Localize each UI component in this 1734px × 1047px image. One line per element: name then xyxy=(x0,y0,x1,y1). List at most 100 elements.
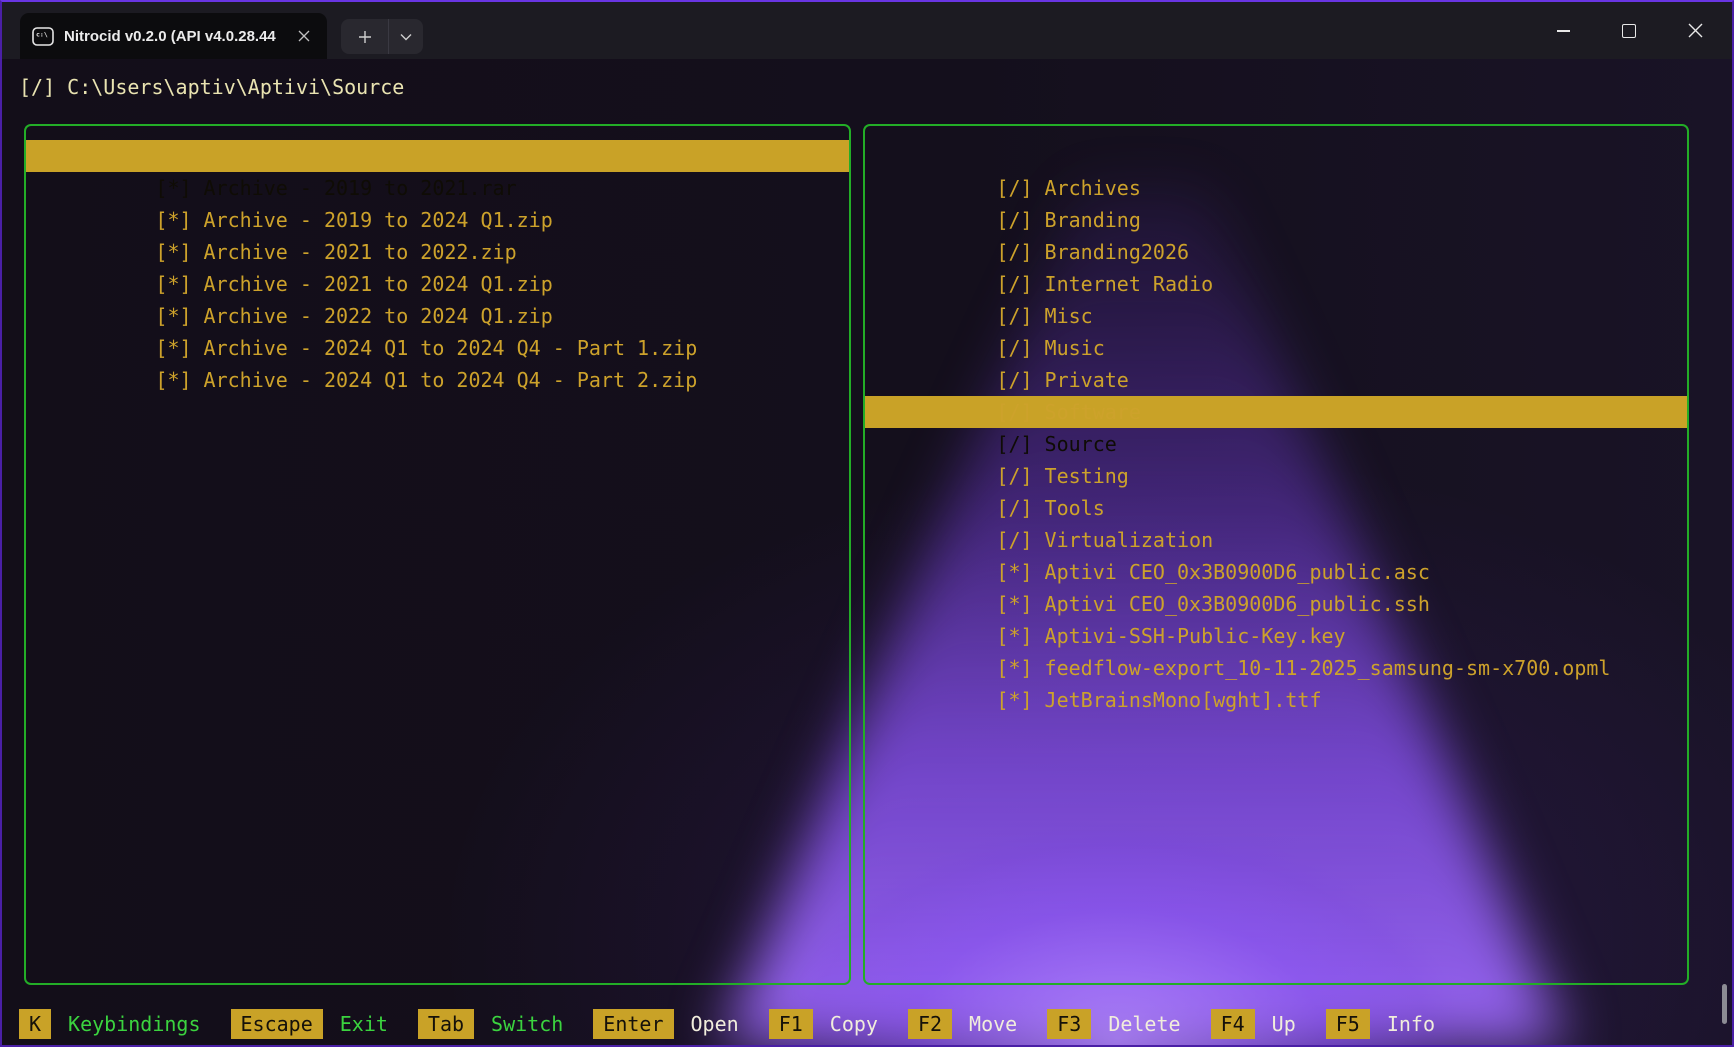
entry-type-prefix: [*] xyxy=(996,560,1032,584)
entry-name: Virtualization xyxy=(1045,528,1214,552)
terminal-tab[interactable]: c:\ Nitrocid v0.2.0 (API v4.0.28.44 xyxy=(20,13,327,59)
keybinding-action: Move xyxy=(969,1009,1017,1039)
svg-text:c:\: c:\ xyxy=(36,30,48,38)
entry-name: Branding2026 xyxy=(1045,240,1190,264)
entry-name: Aptivi CEO_0x3B0900D6_public.ssh xyxy=(1045,592,1430,616)
entry-name: JetBrainsMono[wght].ttf xyxy=(1045,688,1322,712)
keybinding-action: Up xyxy=(1272,1009,1296,1039)
titlebar: c:\ Nitrocid v0.2.0 (API v4.0.28.44 xyxy=(2,2,1732,59)
keybinding-action: Exit xyxy=(340,1009,388,1039)
new-tab-group xyxy=(341,19,423,54)
entry-name: Private xyxy=(1045,368,1129,392)
entry-name: Branding xyxy=(1045,208,1141,232)
entry-name: Archive - 2024 Q1 to 2024 Q4 - Part 2.zi… xyxy=(204,368,698,392)
entry-name: Archive - 2021 to 2022.zip xyxy=(204,240,517,264)
keybinding[interactable]: F5 Info xyxy=(1326,1009,1435,1039)
keybinding-action: Delete xyxy=(1108,1009,1180,1039)
entry-type-prefix: [*] xyxy=(155,208,191,232)
window-controls xyxy=(1530,2,1728,59)
keybinding-action: Copy xyxy=(830,1009,878,1039)
keybinding-action: Switch xyxy=(491,1009,563,1039)
keybinding[interactable]: F4 Up xyxy=(1211,1009,1296,1039)
entry-type-prefix: [/] xyxy=(996,240,1032,264)
entry-type-prefix: [/] xyxy=(996,432,1032,456)
entry-type-prefix: [*] xyxy=(155,368,191,392)
entry-name: Archives xyxy=(1045,176,1141,200)
keybinding-action: Open xyxy=(691,1009,739,1039)
keybinding-keycap: Enter xyxy=(593,1009,673,1039)
terminal-content: [/] C:\Users\aptiv\Aptivi\Source [*]Arch… xyxy=(2,59,1732,1045)
entry-name: Software xyxy=(1045,400,1141,424)
new-tab-button[interactable] xyxy=(341,19,389,54)
entry-name: Tools xyxy=(1045,496,1105,520)
entry-type-prefix: [*] xyxy=(155,240,191,264)
entry-type-prefix: [/] xyxy=(996,528,1032,552)
entry-type-prefix: [*] xyxy=(996,688,1032,712)
keybinding-keycap: F4 xyxy=(1211,1009,1255,1039)
minimize-button[interactable] xyxy=(1530,2,1596,59)
entry-name: Misc xyxy=(1045,304,1093,328)
keybinding[interactable]: K Keybindings xyxy=(19,1009,201,1039)
entry-name: Music xyxy=(1045,336,1105,360)
entry-type-prefix: [/] xyxy=(996,400,1032,424)
entry-name: Archive - 2019 to 2024 Q1.zip xyxy=(204,208,553,232)
keybinding[interactable]: F2 Move xyxy=(908,1009,1017,1039)
entry-name: Source xyxy=(1045,432,1117,456)
keybinding-keycap: K xyxy=(19,1009,51,1039)
entry-type-prefix: [*] xyxy=(996,656,1032,680)
entry-type-prefix: [*] xyxy=(155,272,191,296)
entry-name: Aptivi-SSH-Public-Key.key xyxy=(1045,624,1346,648)
entry-name: Archive - 2019 to 2021.rar xyxy=(204,176,517,200)
keybinding[interactable]: Enter Open xyxy=(593,1009,738,1039)
entry-type-prefix: [*] xyxy=(996,592,1032,616)
entry-type-prefix: [/] xyxy=(996,176,1032,200)
terminal-window: c:\ Nitrocid v0.2.0 (API v4.0.28.44 xyxy=(0,0,1734,1047)
minimize-icon xyxy=(1557,30,1570,32)
keybinding-keycap: F2 xyxy=(908,1009,952,1039)
tab-dropdown-button[interactable] xyxy=(389,19,423,54)
maximize-icon xyxy=(1622,24,1636,38)
scrollbar-thumb[interactable] xyxy=(1722,984,1727,1024)
entry-name: Archive - 2022 to 2024 Q1.zip xyxy=(204,304,553,328)
entry-type-prefix: [/] xyxy=(996,464,1032,488)
keybinding[interactable]: Tab Switch xyxy=(418,1009,563,1039)
keybinding[interactable]: Escape Exit xyxy=(231,1009,388,1039)
entry-name: Testing xyxy=(1045,464,1129,488)
file-row[interactable]: [*]Archive - 2019 to 2021.rar xyxy=(26,140,849,172)
entry-type-prefix: [/] xyxy=(996,304,1032,328)
entry-type-prefix: [/] xyxy=(996,368,1032,392)
keybinding[interactable]: F1 Copy xyxy=(769,1009,878,1039)
entry-type-prefix: [*] xyxy=(155,336,191,360)
keybinding-keycap: Escape xyxy=(231,1009,323,1039)
file-row[interactable]: [/]Archives xyxy=(865,140,1687,172)
keybinding-keycap: F5 xyxy=(1326,1009,1370,1039)
maximize-button[interactable] xyxy=(1596,2,1662,59)
keybindings-bar: K Keybindings Escape Exit Tab Switch Ent… xyxy=(2,1006,1732,1042)
current-path: [/] C:\Users\aptiv\Aptivi\Source xyxy=(19,71,404,103)
entry-name: Archive - 2024 Q1 to 2024 Q4 - Part 1.zi… xyxy=(204,336,698,360)
tab-title: Nitrocid v0.2.0 (API v4.0.28.44 xyxy=(64,28,285,45)
close-icon xyxy=(1688,23,1703,38)
keybinding-action: Keybindings xyxy=(68,1009,200,1039)
entry-type-prefix: [*] xyxy=(996,624,1032,648)
command-prompt-icon: c:\ xyxy=(32,27,54,46)
entry-name: Internet Radio xyxy=(1045,272,1214,296)
entry-name: Aptivi CEO_0x3B0900D6_public.asc xyxy=(1045,560,1430,584)
entry-type-prefix: [/] xyxy=(996,336,1032,360)
close-button[interactable] xyxy=(1662,2,1728,59)
entry-type-prefix: [*] xyxy=(155,304,191,328)
entry-type-prefix: [/] xyxy=(996,208,1032,232)
entry-name: Archive - 2021 to 2024 Q1.zip xyxy=(204,272,553,296)
entry-type-prefix: [/] xyxy=(996,496,1032,520)
entry-type-prefix: [*] xyxy=(155,176,191,200)
keybinding-keycap: F1 xyxy=(769,1009,813,1039)
keybinding-keycap: Tab xyxy=(418,1009,474,1039)
tab-close-icon[interactable] xyxy=(293,25,315,47)
entry-name: feedflow-export_10-11-2025_samsung-sm-x7… xyxy=(1045,656,1611,680)
left-file-panel: [*]Archive - 2019 to 2021.rar [*]Archive… xyxy=(24,124,851,985)
entry-type-prefix: [/] xyxy=(996,272,1032,296)
keybinding-action: Info xyxy=(1387,1009,1435,1039)
right-file-panel: [/]Archives [/]Branding [/]Branding2026 … xyxy=(863,124,1689,985)
keybinding[interactable]: F3 Delete xyxy=(1047,1009,1180,1039)
keybinding-keycap: F3 xyxy=(1047,1009,1091,1039)
